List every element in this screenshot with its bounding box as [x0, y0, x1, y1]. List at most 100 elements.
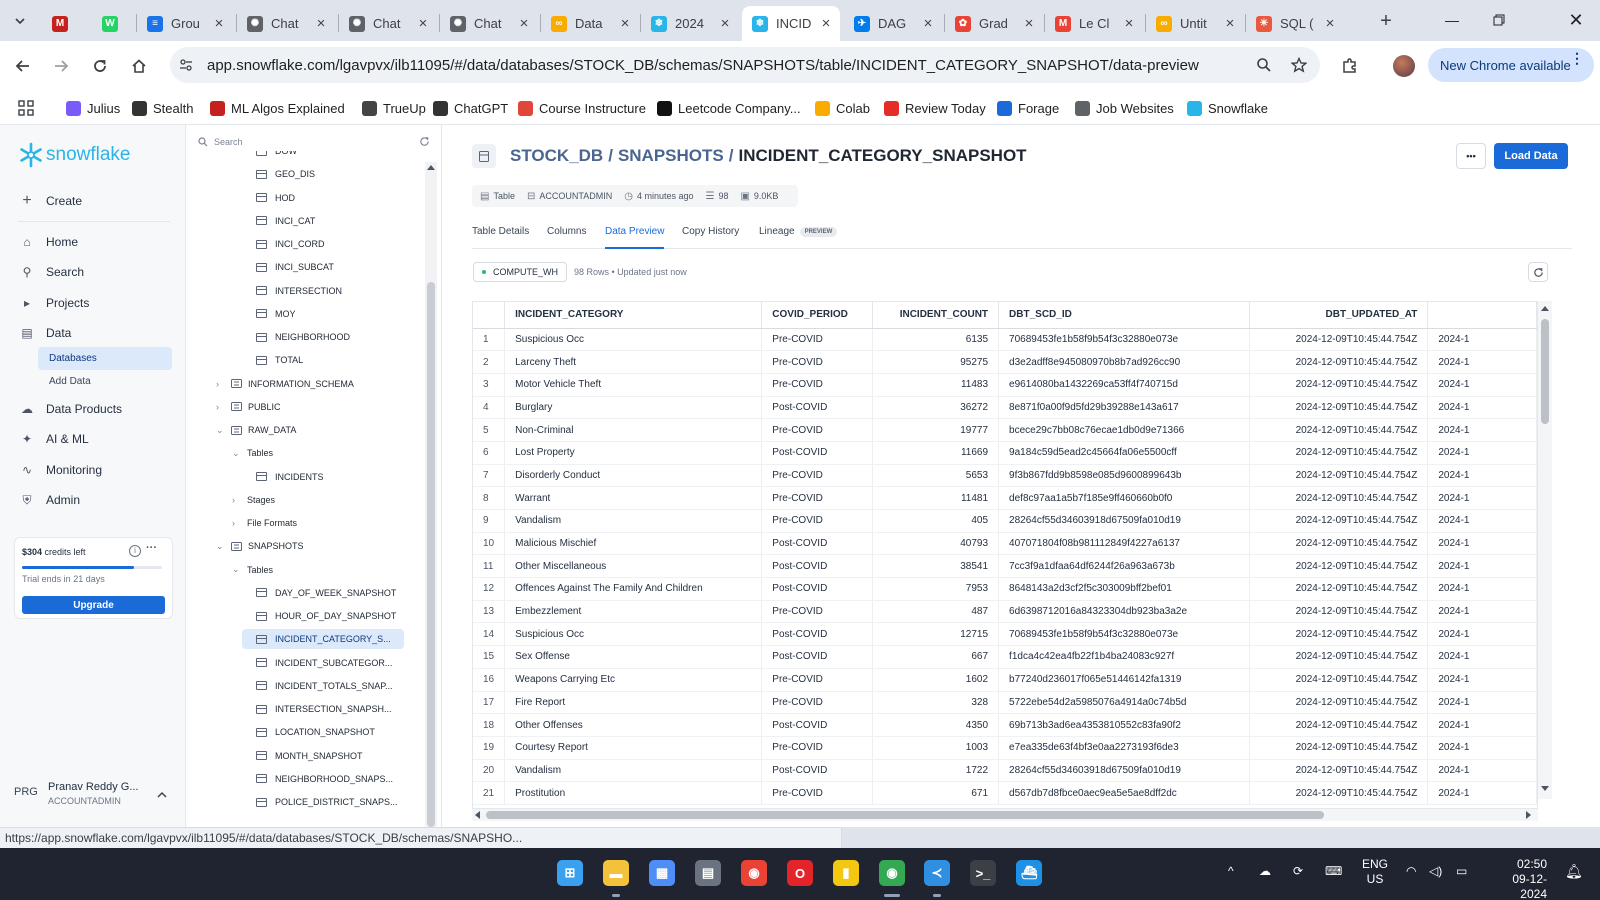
- column-header[interactable]: DBT_UPDATED_AT: [1249, 302, 1429, 329]
- table-cell[interactable]: 69b713b3ad6ea4353810552c83fa90f2: [998, 713, 1250, 737]
- clock[interactable]: 02:50 09-12-2024: [1491, 857, 1547, 900]
- docker-taskbar-button[interactable]: ⛴: [1014, 858, 1044, 888]
- table-cell[interactable]: Other Offenses: [504, 713, 763, 737]
- browser-tab[interactable]: ✺ Chat ×: [339, 6, 437, 41]
- more-actions-button[interactable]: •••: [1456, 143, 1486, 169]
- table-cell[interactable]: 2024-12-09T10:45:44.754Z: [1249, 418, 1429, 442]
- tab-columns[interactable]: Columns: [547, 226, 586, 249]
- tree-node-table[interactable]: GEO_DIS: [256, 164, 315, 184]
- explorer-scroll-thumb[interactable]: [427, 282, 435, 827]
- table-cell[interactable]: Suspicious Occ: [504, 622, 763, 647]
- browser-tab[interactable]: ❄ 2024 ×: [641, 6, 739, 41]
- column-header[interactable]: [1427, 302, 1537, 329]
- close-window-button[interactable]: ✕: [1561, 8, 1591, 32]
- bookmark-item[interactable]: Julius: [66, 98, 120, 118]
- table-row[interactable]: 15 Sex Offense Post-COVID 667 f1dca4c42ea4fb…: [473, 645, 1537, 669]
- table-cell[interactable]: 36272: [872, 396, 1000, 420]
- bookmark-item[interactable]: Job Websites: [1075, 98, 1174, 118]
- table-cell[interactable]: 2024-1: [1427, 600, 1537, 624]
- table-cell[interactable]: 9a184c59d5ead2c45664fa06e5500cff: [998, 441, 1250, 465]
- url-text[interactable]: app.snowflake.com/lgavpvx/ilb11095/#/dat…: [207, 57, 1199, 74]
- table-cell[interactable]: Pre-COVID: [761, 486, 873, 510]
- table-cell[interactable]: 2024-1: [1427, 759, 1537, 783]
- table-cell[interactable]: 2024-1: [1427, 486, 1537, 510]
- table-cell[interactable]: 667: [872, 645, 1000, 669]
- table-cell[interactable]: 2024-1: [1427, 645, 1537, 669]
- breadcrumb-schema[interactable]: SNAPSHOTS: [618, 146, 724, 166]
- table-row[interactable]: 10 Malicious Mischief Post-COVID 40793 40707…: [473, 532, 1537, 556]
- table-cell[interactable]: 2024-1: [1427, 373, 1537, 397]
- tab-copy-history[interactable]: Copy History: [682, 226, 739, 249]
- bookmark-item[interactable]: ChatGPT: [433, 98, 508, 118]
- home-button[interactable]: [126, 53, 152, 79]
- address-bar[interactable]: app.snowflake.com/lgavpvx/ilb11095/#/dat…: [170, 47, 1320, 83]
- tree-node-table[interactable]: HOUR_OF_DAY_SNAPSHOT: [256, 606, 396, 626]
- new-tab-button[interactable]: +: [1374, 10, 1398, 32]
- table-cell[interactable]: 2024-1: [1427, 532, 1537, 556]
- bookmark-item[interactable]: Course Instructure: [518, 98, 646, 118]
- table-cell[interactable]: Post-COVID: [761, 645, 873, 669]
- table-cell[interactable]: 2024-1: [1427, 713, 1537, 737]
- table-cell[interactable]: Post-COVID: [761, 759, 873, 783]
- browser-tab[interactable]: M: [42, 6, 88, 41]
- create-button[interactable]: + Create: [20, 189, 176, 213]
- tree-node-folder[interactable]: ⌄ Tables: [232, 560, 273, 580]
- table-cell[interactable]: 38541: [872, 554, 1000, 579]
- calculator-taskbar-button[interactable]: ▤: [693, 858, 723, 888]
- table-cell[interactable]: 328: [872, 691, 1000, 715]
- table-row[interactable]: 21 Prostitution Pre-COVID 671 d567db7d8fbce0…: [473, 781, 1537, 805]
- table-row[interactable]: 8 Warrant Pre-COVID 11481 def8c97aa1a5b7f185…: [473, 486, 1537, 510]
- info-icon[interactable]: i: [129, 545, 141, 557]
- tab-close-icon[interactable]: ×: [211, 15, 227, 32]
- browser-tab[interactable]: ✺ Chat ×: [440, 6, 538, 41]
- table-cell[interactable]: d567db7d8fbce0aec9ea5e5ae8dff2dc: [998, 781, 1250, 805]
- reload-button[interactable]: [87, 53, 113, 79]
- tab-data-preview[interactable]: Data Preview: [605, 226, 665, 249]
- table-cell[interactable]: Post-COVID: [761, 532, 873, 556]
- table-cell[interactable]: Post-COVID: [761, 713, 873, 737]
- tree-node-schema[interactable]: ⌄ SNAPSHOTS: [216, 536, 304, 556]
- table-cell[interactable]: Other Miscellaneous: [504, 554, 763, 579]
- table-cell[interactable]: 2024-1: [1427, 736, 1537, 760]
- table-cell[interactable]: Pre-COVID: [761, 736, 873, 760]
- table-cell[interactable]: 2024-1: [1427, 668, 1537, 692]
- restore-button[interactable]: [1484, 8, 1514, 32]
- table-cell[interactable]: Pre-COVID: [761, 509, 873, 533]
- tree-node-table[interactable]: INTERSECTION_SNAPSH...: [256, 699, 392, 719]
- table-cell[interactable]: 2024-1: [1427, 554, 1537, 579]
- table-cell[interactable]: 2024-12-09T10:45:44.754Z: [1249, 373, 1429, 397]
- table-row[interactable]: 2 Larceny Theft Pre-COVID 95275 d3e2adff8e94…: [473, 350, 1537, 374]
- refresh-button[interactable]: [1528, 262, 1548, 282]
- table-cell[interactable]: 5722ebe54d2a5985076a4914a0c74b5d: [998, 691, 1250, 715]
- browser-tab[interactable]: ✺ Chat ×: [237, 6, 335, 41]
- tab-close-icon[interactable]: ×: [313, 15, 329, 32]
- forward-button[interactable]: [48, 53, 74, 79]
- tab-table-details[interactable]: Table Details: [472, 226, 529, 249]
- chrome-profile-taskbar-button[interactable]: ◉: [877, 858, 907, 888]
- file-explorer-taskbar-button[interactable]: ▬: [601, 858, 631, 888]
- tree-node-table[interactable]: MOY: [256, 304, 296, 324]
- table-cell[interactable]: 11481: [872, 486, 1000, 510]
- table-cell[interactable]: Embezzlement: [504, 600, 763, 624]
- keyboard-icon[interactable]: ⌨: [1325, 864, 1342, 878]
- bookmark-item[interactable]: Review Today: [884, 98, 986, 118]
- extensions-button[interactable]: [1337, 53, 1363, 79]
- load-data-button[interactable]: Load Data: [1494, 143, 1568, 169]
- tab-close-icon[interactable]: ×: [1222, 15, 1238, 32]
- table-cell[interactable]: Larceny Theft: [504, 350, 763, 374]
- table-cell[interactable]: Pre-COVID: [761, 373, 873, 397]
- bookmark-item[interactable]: Forage: [997, 98, 1059, 118]
- nav-item-admin[interactable]: ⛨ Admin: [20, 488, 176, 512]
- tab-close-icon[interactable]: ×: [818, 15, 834, 32]
- apps-button[interactable]: [18, 98, 34, 118]
- bookmark-item[interactable]: Snowflake: [1187, 98, 1268, 118]
- table-cell[interactable]: 2024-12-09T10:45:44.754Z: [1249, 350, 1429, 374]
- battery-icon[interactable]: ▭: [1456, 864, 1467, 878]
- table-cell[interactable]: 2024-1: [1427, 781, 1537, 805]
- tree-node-table[interactable]: NEIGHBORHOOD_SNAPS...: [256, 769, 393, 789]
- grid-horizontal-scroll-thumb[interactable]: [486, 811, 1324, 819]
- table-row[interactable]: 14 Suspicious Occ Post-COVID 12715 70689453f…: [473, 622, 1537, 647]
- more-options-icon[interactable]: ···: [146, 542, 157, 554]
- nav-item-home[interactable]: ⌂ Home: [20, 230, 176, 254]
- tree-node-table[interactable]: POLICE_DISTRICT_SNAPS...: [256, 792, 398, 812]
